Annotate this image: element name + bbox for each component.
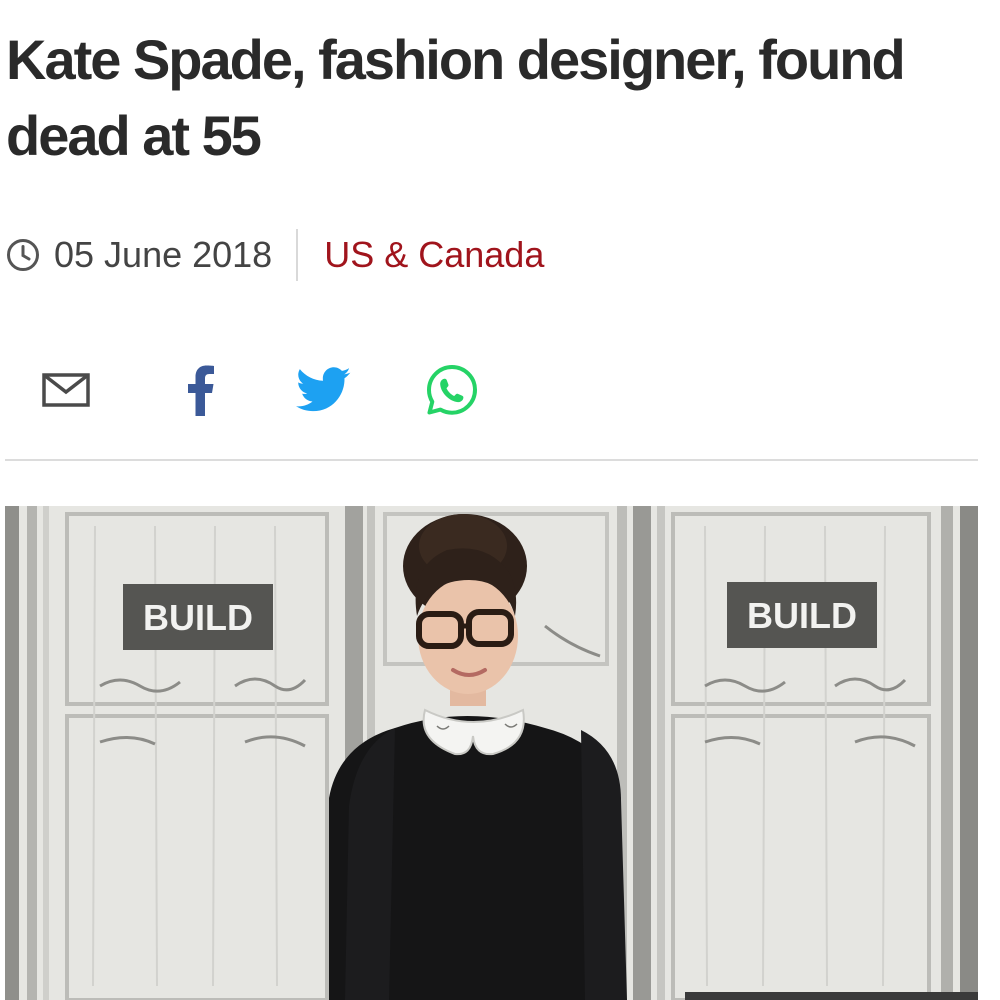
build-sign-right-text: BUILD <box>747 595 857 636</box>
build-sign-left-text: BUILD <box>143 597 253 638</box>
article-headline: Kate Spade, fashion designer, found dead… <box>6 28 906 167</box>
share-bar <box>40 360 482 420</box>
meta-divider <box>296 229 299 281</box>
hero-photo-illustration: BUILD BUILD <box>5 506 978 1000</box>
share-whatsapp-button[interactable] <box>422 360 482 420</box>
article-meta: 05 June 2018 US & Canada <box>6 228 544 282</box>
clock-icon <box>7 239 39 271</box>
share-email-button[interactable] <box>40 360 92 420</box>
email-icon <box>42 373 90 407</box>
facebook-icon <box>188 365 214 416</box>
share-facebook-button[interactable] <box>180 360 220 420</box>
hero-photo: BUILD BUILD <box>5 506 978 1000</box>
publish-date: 05 June 2018 <box>54 234 273 275</box>
section-link[interactable]: US & Canada <box>324 234 544 276</box>
twitter-icon <box>296 367 351 412</box>
share-twitter-button[interactable] <box>294 360 354 420</box>
whatsapp-icon <box>427 365 477 415</box>
build-sign-right: BUILD <box>727 582 877 648</box>
build-sign-left: BUILD <box>123 584 273 650</box>
section-divider <box>5 459 978 461</box>
